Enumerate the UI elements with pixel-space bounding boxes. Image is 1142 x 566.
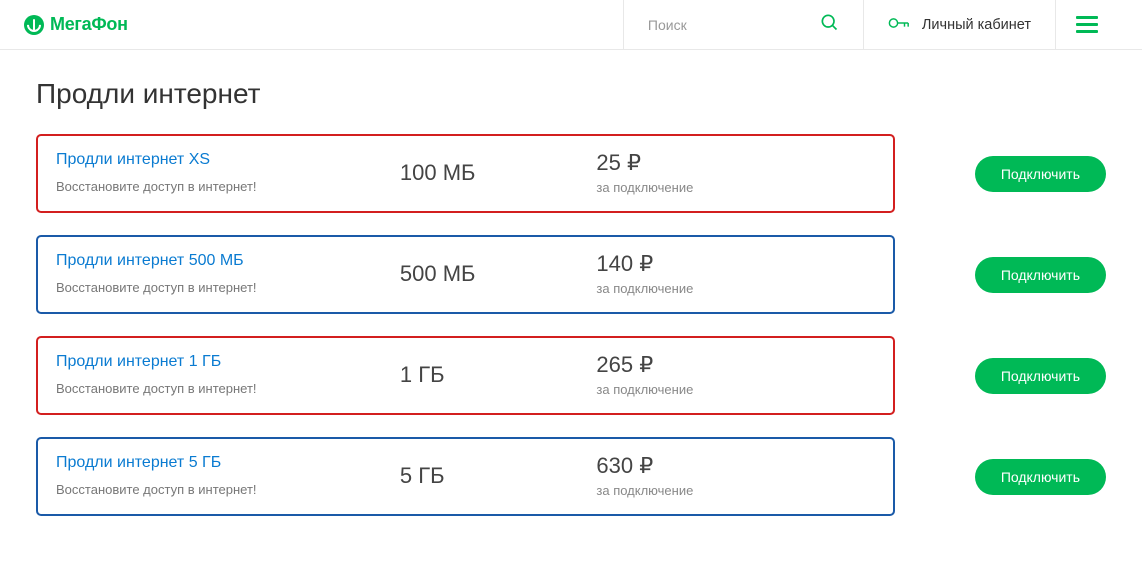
brand-logo[interactable]: МегаФон — [24, 14, 128, 35]
plan-info: Продли интернет 1 ГБ Восстановите доступ… — [56, 353, 400, 396]
plan-row: Продли интернет XS Восстановите доступ в… — [36, 134, 1106, 213]
plan-info: Продли интернет XS Восстановите доступ в… — [56, 151, 400, 194]
connect-button[interactable]: Подключить — [975, 257, 1106, 293]
connect-button[interactable]: Подключить — [975, 156, 1106, 192]
key-icon — [888, 16, 910, 34]
menu-button[interactable] — [1055, 0, 1118, 49]
plan-price-value: 630 ₽ — [596, 453, 874, 479]
plan-price-value: 25 ₽ — [596, 150, 874, 176]
menu-icon — [1076, 16, 1098, 19]
plan-info: Продли интернет 5 ГБ Восстановите доступ… — [56, 454, 400, 497]
plan-volume: 100 МБ — [400, 160, 597, 186]
plan-row: Продли интернет 500 МБ Восстановите дост… — [36, 235, 1106, 314]
plan-price: 630 ₽ за подключение — [596, 453, 874, 498]
page-title: Продли интернет — [36, 78, 1106, 110]
plan-description: Восстановите доступ в интернет! — [56, 381, 400, 396]
header: МегаФон Личный кабинет — [0, 0, 1142, 50]
plan-description: Восстановите доступ в интернет! — [56, 482, 400, 497]
plan-description: Восстановите доступ в интернет! — [56, 179, 400, 194]
plan-volume: 5 ГБ — [400, 463, 597, 489]
cabinet-label: Личный кабинет — [922, 17, 1031, 33]
brand-logo-text: МегаФон — [50, 14, 128, 35]
plan-name-link[interactable]: Продли интернет 500 МБ — [56, 252, 400, 270]
main-content: Продли интернет Продли интернет XS Восст… — [0, 50, 1142, 566]
search-icon[interactable] — [819, 12, 839, 37]
plan-name-link[interactable]: Продли интернет XS — [56, 151, 400, 169]
plan-name-link[interactable]: Продли интернет 1 ГБ — [56, 353, 400, 371]
plan-row: Продли интернет 5 ГБ Восстановите доступ… — [36, 437, 1106, 516]
plan-price-note: за подключение — [596, 483, 874, 498]
search-box — [623, 0, 863, 49]
plan-name-link[interactable]: Продли интернет 5 ГБ — [56, 454, 400, 472]
plan-info: Продли интернет 500 МБ Восстановите дост… — [56, 252, 400, 295]
plan-price: 265 ₽ за подключение — [596, 352, 874, 397]
plan-price-value: 265 ₽ — [596, 352, 874, 378]
plan-price: 140 ₽ за подключение — [596, 251, 874, 296]
plan-row: Продли интернет 1 ГБ Восстановите доступ… — [36, 336, 1106, 415]
search-input[interactable] — [648, 17, 807, 33]
connect-button[interactable]: Подключить — [975, 459, 1106, 495]
plan-card: Продли интернет 5 ГБ Восстановите доступ… — [36, 437, 895, 516]
plan-card: Продли интернет 500 МБ Восстановите дост… — [36, 235, 895, 314]
plan-volume: 1 ГБ — [400, 362, 597, 388]
plan-price-note: за подключение — [596, 281, 874, 296]
plan-price-note: за подключение — [596, 382, 874, 397]
plan-price-value: 140 ₽ — [596, 251, 874, 277]
plan-list: Продли интернет XS Восстановите доступ в… — [36, 134, 1106, 516]
plan-volume: 500 МБ — [400, 261, 597, 287]
plan-card: Продли интернет XS Восстановите доступ в… — [36, 134, 895, 213]
connect-button[interactable]: Подключить — [975, 358, 1106, 394]
brand-logo-icon — [24, 15, 44, 35]
plan-price: 25 ₽ за подключение — [596, 150, 874, 195]
plan-price-note: за подключение — [596, 180, 874, 195]
plan-card: Продли интернет 1 ГБ Восстановите доступ… — [36, 336, 895, 415]
cabinet-link[interactable]: Личный кабинет — [863, 0, 1055, 49]
plan-description: Восстановите доступ в интернет! — [56, 280, 400, 295]
